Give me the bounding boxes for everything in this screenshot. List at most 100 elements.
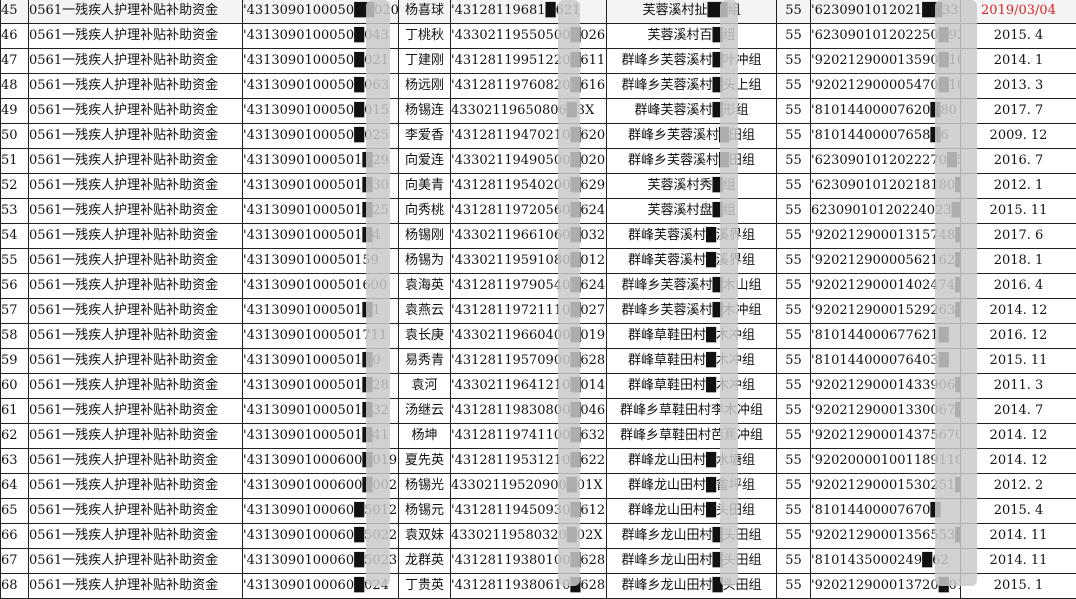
id-number-cell[interactable]: '43302119661060█032 <box>451 224 607 249</box>
id-number-cell[interactable]: '43128119380610█628 <box>451 574 607 599</box>
fund-name-cell[interactable]: 0561一残疾人护理补贴补助资金 <box>29 449 243 474</box>
fund-name-cell[interactable]: 0561一残疾人护理补贴补助资金 <box>29 149 243 174</box>
person-name-cell[interactable]: 丁贵英 <box>399 574 451 599</box>
amount-cell[interactable]: 55 <box>777 299 811 324</box>
id-number-cell[interactable]: '43128119951220█611 <box>451 49 607 74</box>
table-row[interactable]: 580561一残疾人护理补贴补助资金'43130901000501711袁长庚'… <box>1 324 1076 349</box>
amount-cell[interactable]: 55 <box>777 49 811 74</box>
person-name-cell[interactable]: 杨锡光 <box>399 474 451 499</box>
date-cell[interactable]: 2015. 11 <box>961 199 1076 224</box>
address-cell[interactable]: 群峰乡芙蓉溪村█田组 <box>607 149 777 174</box>
address-cell[interactable]: 群峰乡芙蓉溪村█田组 <box>607 124 777 149</box>
row-number[interactable]: 61 <box>1 399 29 424</box>
row-number[interactable]: 50 <box>1 124 29 149</box>
table-row[interactable]: 610561一残疾人护理补贴补助资金'43130901000501█32汤继云'… <box>1 399 1076 424</box>
amount-cell[interactable]: 55 <box>777 324 811 349</box>
row-number[interactable]: 66 <box>1 524 29 549</box>
fund-name-cell[interactable]: 0561一残疾人护理补贴补助资金 <box>29 574 243 599</box>
row-number[interactable]: 45 <box>1 0 29 24</box>
date-cell[interactable]: 2015. 4 <box>961 24 1076 49</box>
id-number-cell[interactable]: '43128119790540█624 <box>451 274 607 299</box>
fund-name-cell[interactable]: 0561一残疾人护理补贴补助资金 <box>29 124 243 149</box>
person-name-cell[interactable]: 杨喜球 <box>399 0 451 24</box>
amount-cell[interactable]: 55 <box>777 174 811 199</box>
fund-name-cell[interactable]: 0561一残疾人护理补贴补助资金 <box>29 0 243 24</box>
id-number-cell[interactable]: 43302119520900█01X <box>451 474 607 499</box>
row-number[interactable]: 58 <box>1 324 29 349</box>
row-number[interactable]: 51 <box>1 149 29 174</box>
fund-name-cell[interactable]: 0561一残疾人护理补贴补助资金 <box>29 99 243 124</box>
amount-cell[interactable]: 55 <box>777 149 811 174</box>
row-number[interactable]: 68 <box>1 574 29 599</box>
date-cell[interactable]: 2016. 7 <box>961 149 1076 174</box>
person-name-cell[interactable]: 龙群英 <box>399 549 451 574</box>
fund-name-cell[interactable]: 0561一残疾人护理补贴补助资金 <box>29 499 243 524</box>
address-cell[interactable]: 群峰草鞋田村█木冲组 <box>607 374 777 399</box>
table-row[interactable]: 570561一残疾人护理补贴补助资金'43130901000501█1袁燕云'4… <box>1 299 1076 324</box>
address-cell[interactable]: 群峰草鞋田村█木冲组 <box>607 324 777 349</box>
date-cell[interactable]: 2014. 7 <box>961 399 1076 424</box>
fund-name-cell[interactable]: 0561一残疾人护理补贴补助资金 <box>29 474 243 499</box>
date-cell[interactable]: 2015. 1 <box>961 574 1076 599</box>
person-name-cell[interactable]: 杨远刚 <box>399 74 451 99</box>
table-row[interactable]: 520561一残疾人护理补贴补助资金'43130901000501█30向美青'… <box>1 174 1076 199</box>
address-cell[interactable]: 群峰乡草鞋田村芭蕉冲组 <box>607 424 777 449</box>
id-number-cell[interactable]: '43128119741100█632 <box>451 424 607 449</box>
address-cell[interactable]: 群峰乡芙蓉溪村█木山组 <box>607 274 777 299</box>
table-row[interactable]: 540561一残疾人护理补贴补助资金'43130901000501█4杨锡刚'4… <box>1 224 1076 249</box>
address-cell[interactable]: 群峰乡龙山田村█头田组 <box>607 549 777 574</box>
address-cell[interactable]: 群峰龙山田村█畲坪组 <box>607 474 777 499</box>
table-row[interactable]: 500561一残疾人护理补贴补助资金'4313090100050█025李爱香'… <box>1 124 1076 149</box>
amount-cell[interactable]: 55 <box>777 199 811 224</box>
fund-name-cell[interactable]: 0561一残疾人护理补贴补助资金 <box>29 224 243 249</box>
id-number-cell[interactable]: '43128119681█621 <box>451 0 607 24</box>
table-row[interactable]: 600561一残疾人护理补贴补助资金'43130901000501█28袁河'4… <box>1 374 1076 399</box>
fund-name-cell[interactable]: 0561一残疾人护理补贴补助资金 <box>29 374 243 399</box>
fund-name-cell[interactable]: 0561一残疾人护理补贴补助资金 <box>29 424 243 449</box>
table-row[interactable]: 650561一残疾人护理补贴补助资金'4313090100060█5012杨锡元… <box>1 499 1076 524</box>
person-name-cell[interactable]: 袁海英 <box>399 274 451 299</box>
fund-name-cell[interactable]: 0561一残疾人护理补贴补助资金 <box>29 399 243 424</box>
row-number[interactable]: 46 <box>1 24 29 49</box>
id-number-cell[interactable]: '43302119591080█012 <box>451 249 607 274</box>
fund-name-cell[interactable]: 0561一残疾人护理补贴补助资金 <box>29 174 243 199</box>
table-row[interactable]: 510561一残疾人护理补贴补助资金'43130901000501█29向爱连'… <box>1 149 1076 174</box>
address-cell[interactable]: 芙蓉溪村盘█组 <box>607 199 777 224</box>
amount-cell[interactable]: 55 <box>777 124 811 149</box>
table-row[interactable]: 670561一残疾人护理补贴补助资金'4313090100060█5023龙群英… <box>1 549 1076 574</box>
person-name-cell[interactable]: 杨锡刚 <box>399 224 451 249</box>
fund-name-cell[interactable]: 0561一残疾人护理补贴补助资金 <box>29 74 243 99</box>
row-number[interactable]: 59 <box>1 349 29 374</box>
row-number[interactable]: 52 <box>1 174 29 199</box>
row-number[interactable]: 60 <box>1 374 29 399</box>
id-number-cell[interactable]: '43302119641210█014 <box>451 374 607 399</box>
table-row[interactable]: 450561一残疾人护理补贴补助资金'4313090100050██020杨喜球… <box>1 0 1076 24</box>
id-number-cell[interactable]: '43128119380100█628 <box>451 549 607 574</box>
table-row[interactable]: 490561一残疾人护理补贴补助资金'4313090100050█015杨锡连4… <box>1 99 1076 124</box>
date-cell[interactable]: 2016. 12 <box>961 324 1076 349</box>
address-cell[interactable]: 群峰龙山田村█头田组 <box>607 499 777 524</box>
person-name-cell[interactable]: 夏先英 <box>399 449 451 474</box>
fund-name-cell[interactable]: 0561一残疾人护理补贴补助资金 <box>29 299 243 324</box>
person-name-cell[interactable]: 杨锡元 <box>399 499 451 524</box>
date-cell[interactable]: 2015. 4 <box>961 499 1076 524</box>
person-name-cell[interactable]: 易秀青 <box>399 349 451 374</box>
amount-cell[interactable]: 55 <box>777 474 811 499</box>
date-cell[interactable]: 2014. 11 <box>961 549 1076 574</box>
table-row[interactable]: 640561一残疾人护理补贴补助资金'43130901000600█002杨锡光… <box>1 474 1076 499</box>
address-cell[interactable]: 群峰乡芙蓉溪村█头上组 <box>607 74 777 99</box>
table-row[interactable]: 560561一残疾人护理补贴补助资金'43130901000501600袁海英'… <box>1 274 1076 299</box>
date-cell[interactable]: 2012. 2 <box>961 474 1076 499</box>
table-row[interactable]: 480561一残疾人护理补贴补助资金'4313090100050█063杨远刚'… <box>1 74 1076 99</box>
row-number[interactable]: 53 <box>1 199 29 224</box>
id-number-cell[interactable]: '43128119540200█629 <box>451 174 607 199</box>
id-number-cell[interactable]: '43128119720560█624 <box>451 199 607 224</box>
id-number-cell[interactable]: '43128119830800█046 <box>451 399 607 424</box>
address-cell[interactable]: 群峰芙蓉溪村█形组 <box>607 99 777 124</box>
row-number[interactable]: 48 <box>1 74 29 99</box>
id-number-cell[interactable]: '43302119660400█019 <box>451 324 607 349</box>
address-cell[interactable]: 群峰乡草鞋田村李木冲组 <box>607 399 777 424</box>
id-number-cell[interactable]: '43128119760820█616 <box>451 74 607 99</box>
fund-name-cell[interactable]: 0561一残疾人护理补贴补助资金 <box>29 24 243 49</box>
table-row[interactable]: 620561一残疾人护理补贴补助资金'43130901000501█41杨坤'4… <box>1 424 1076 449</box>
